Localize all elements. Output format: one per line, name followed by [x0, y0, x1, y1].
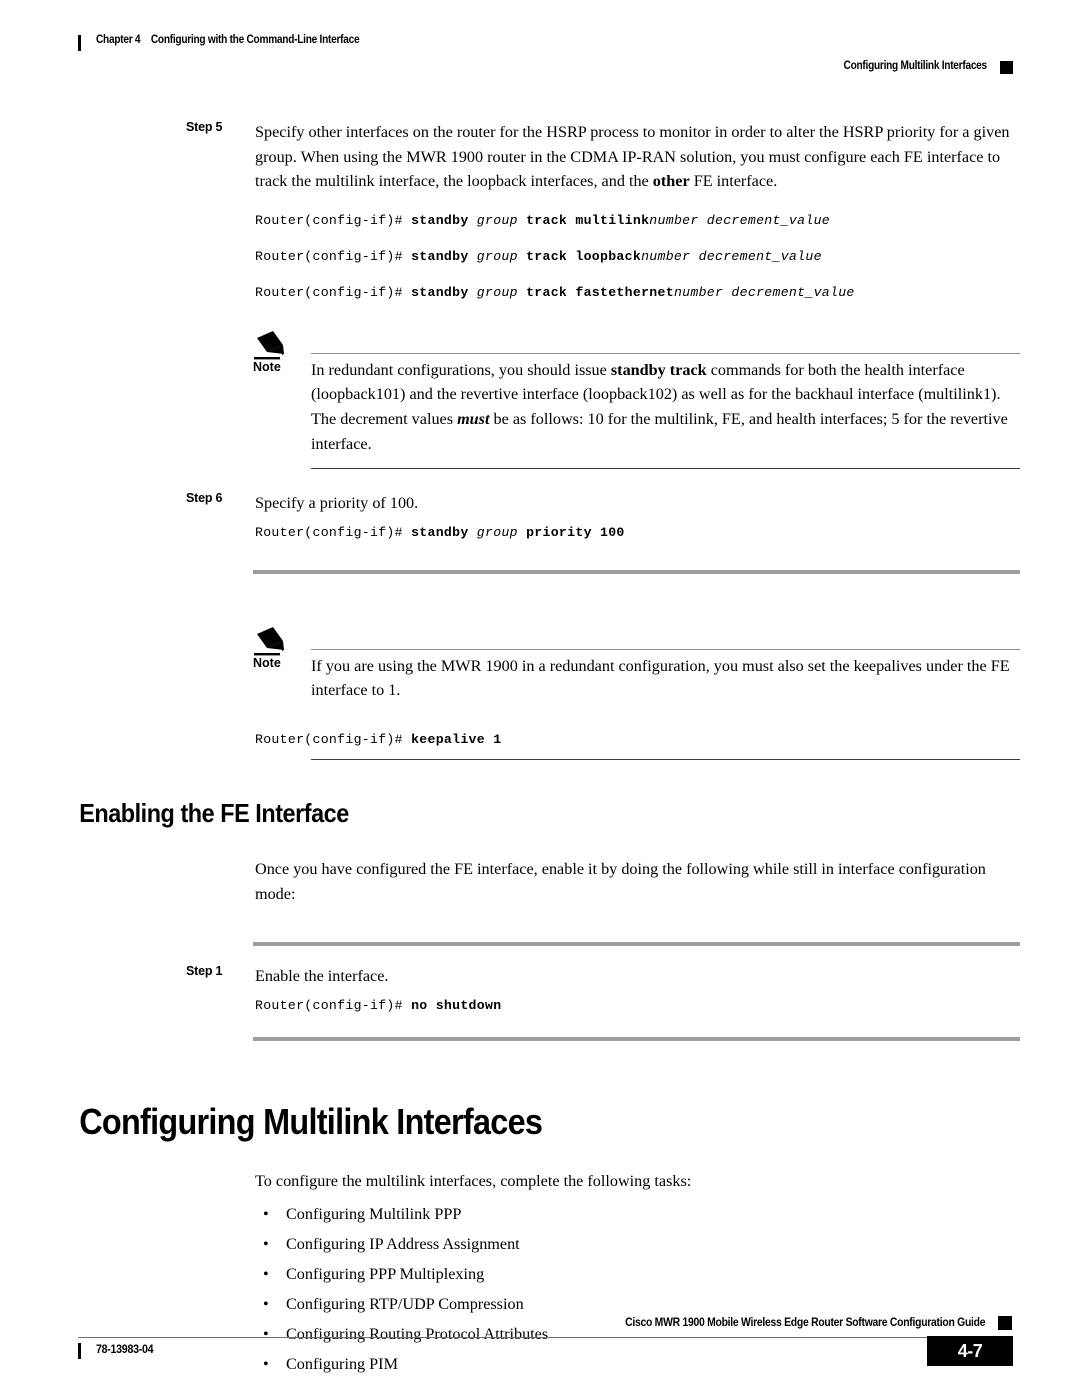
code-prompt: Router(config-if)#: [255, 731, 412, 747]
code-arg-values: number decrement_value: [673, 284, 855, 300]
code-keyword-track: track loopback: [526, 248, 642, 264]
step-6-text: Specify a priority of 100.: [255, 494, 419, 513]
step-5-text-part2: FE interface.: [689, 172, 778, 191]
page-header: Chapter 4 Configuring with the Command-Li…: [78, 34, 1013, 78]
header-tick-mark: [78, 35, 81, 51]
step-5-block: Step 5 Specify other interfaces on the r…: [0, 120, 1080, 194]
code-keyword: standby: [411, 284, 477, 300]
code-arg-values: number decrement_value: [641, 248, 822, 264]
header-chapter: Chapter 4 Configuring with the Command-Li…: [96, 34, 360, 46]
step-5-text-part1: Specify other interfaces on the router f…: [255, 123, 1010, 191]
note-rule-bottom: [311, 468, 1020, 470]
section-intro-paragraph: Once you have configured the FE interfac…: [255, 859, 986, 903]
note-block-1: Note In redundant configurations, you sh…: [0, 330, 1080, 470]
code-line-standby-track-multilink: Router(config-if)# standby group track m…: [255, 212, 1080, 230]
section-heading: Enabling the FE Interface: [79, 797, 349, 828]
code-keyword: standby: [411, 524, 477, 540]
note-1-text: In redundant configurations, you should …: [311, 330, 1020, 456]
list-item[interactable]: • Configuring IP Address Assignment: [0, 1229, 1080, 1259]
header-chapter-number: Chapter 4: [96, 34, 141, 46]
page-footer: Cisco MWR 1900 Mobile Wireless Edge Rout…: [78, 1305, 1013, 1367]
header-row-section: Configuring Multilink Interfaces: [78, 60, 1013, 82]
code-arg-values: number decrement_value: [649, 212, 830, 228]
code-line-standby-track-fastethernet: Router(config-if)# standby group track f…: [255, 284, 1080, 302]
page-content: Step 5 Specify other interfaces on the r…: [0, 120, 1080, 1379]
note-1-part1: In redundant configurations, you should …: [311, 360, 611, 379]
step-5-text: Specify other interfaces on the router f…: [255, 120, 1020, 194]
bullet-glyph: •: [263, 1205, 269, 1224]
step-1-block: Step 1 Enable the interface.: [0, 964, 1080, 989]
note-label: Note: [253, 359, 281, 374]
footer-rule: [78, 1337, 1013, 1338]
code-keyword-keepalive: keepalive 1: [411, 731, 502, 747]
note-rule-bottom: [311, 758, 1020, 760]
footer-document-number: 78-13983-04: [96, 1342, 154, 1356]
footer-document-title: Cisco MWR 1900 Mobile Wireless Edge Rout…: [624, 1315, 985, 1329]
code-keyword-track: track multilink: [526, 212, 650, 228]
step-5-label: Step 5: [186, 120, 223, 134]
footer-tick-mark: [78, 1343, 81, 1359]
step-6-label: Step 6: [186, 491, 223, 506]
code-line-no-shutdown: Router(config-if)# no shutdown: [255, 997, 1080, 1015]
header-row-chapter: Chapter 4 Configuring with the Command-Li…: [78, 34, 1013, 54]
step-6-block: Step 6 Specify a priority of 100.: [0, 491, 1080, 516]
code-keyword-priority: priority 100: [526, 524, 625, 540]
bullet-glyph: •: [263, 1235, 269, 1254]
note-1-bold-command: standby track: [610, 360, 707, 379]
note-block-2: Note If you are using the MWR 1900 in a …: [0, 626, 1080, 760]
chapter-intro-paragraph: To configure the multilink interfaces, c…: [255, 1171, 692, 1190]
header-section-title: Configuring Multilink Interfaces: [843, 60, 988, 72]
note-label: Note: [253, 655, 281, 670]
note-rule-top: [311, 648, 1020, 650]
code-arg-group: group: [476, 248, 527, 264]
chapter-heading: Configuring Multilink Interfaces: [79, 1100, 543, 1142]
code-prompt: Router(config-if)#: [255, 524, 412, 540]
footer-square-marker: [998, 1316, 1012, 1330]
list-item-label: Configuring PPP Multiplexing: [286, 1265, 485, 1284]
code-prompt: Router(config-if)#: [255, 284, 412, 300]
code-arg-group: group: [476, 212, 527, 228]
note-2-text: If you are using the MWR 1900 in a redun…: [311, 656, 1010, 700]
list-item-label: Configuring IP Address Assignment: [286, 1235, 520, 1254]
code-keyword-track: track fastethernet: [526, 284, 674, 300]
code-line-keepalive: Router(config-if)# keepalive 1: [255, 731, 1080, 749]
list-item[interactable]: • Configuring PPP Multiplexing: [0, 1259, 1080, 1289]
footer-page-number: 4-7: [927, 1336, 1013, 1366]
code-prompt: Router(config-if)#: [255, 997, 412, 1013]
code-line-standby-priority: Router(config-if)# standby group priorit…: [255, 524, 1080, 542]
code-line-standby-track-loopback: Router(config-if)# standby group track l…: [255, 248, 1080, 266]
pencil-icon: [253, 330, 297, 364]
code-arg-group: group: [476, 524, 527, 540]
code-prompt: Router(config-if)#: [255, 212, 412, 228]
bullet-glyph: •: [263, 1265, 269, 1284]
step-1-text: Enable the interface.: [255, 967, 389, 986]
note-1-italic-must: must: [457, 409, 490, 428]
code-arg-group: group: [476, 284, 527, 300]
code-prompt: Router(config-if)#: [255, 248, 412, 264]
list-item-label: Configuring Multilink PPP: [286, 1205, 462, 1224]
pencil-icon: [253, 626, 297, 660]
list-item[interactable]: • Configuring Multilink PPP: [0, 1199, 1080, 1229]
note-rule-top: [311, 352, 1020, 354]
header-chapter-title: Configuring with the Command-Line Interf…: [150, 34, 360, 46]
code-keyword-no-shutdown: no shutdown: [411, 997, 502, 1013]
code-keyword: standby: [411, 212, 477, 228]
code-keyword: standby: [411, 248, 477, 264]
document-page: Chapter 4 Configuring with the Command-Li…: [0, 0, 1080, 1397]
step-5-emphasis: other: [652, 172, 690, 191]
header-square-marker: [1000, 61, 1013, 74]
step-1-label: Step 1: [186, 964, 223, 979]
